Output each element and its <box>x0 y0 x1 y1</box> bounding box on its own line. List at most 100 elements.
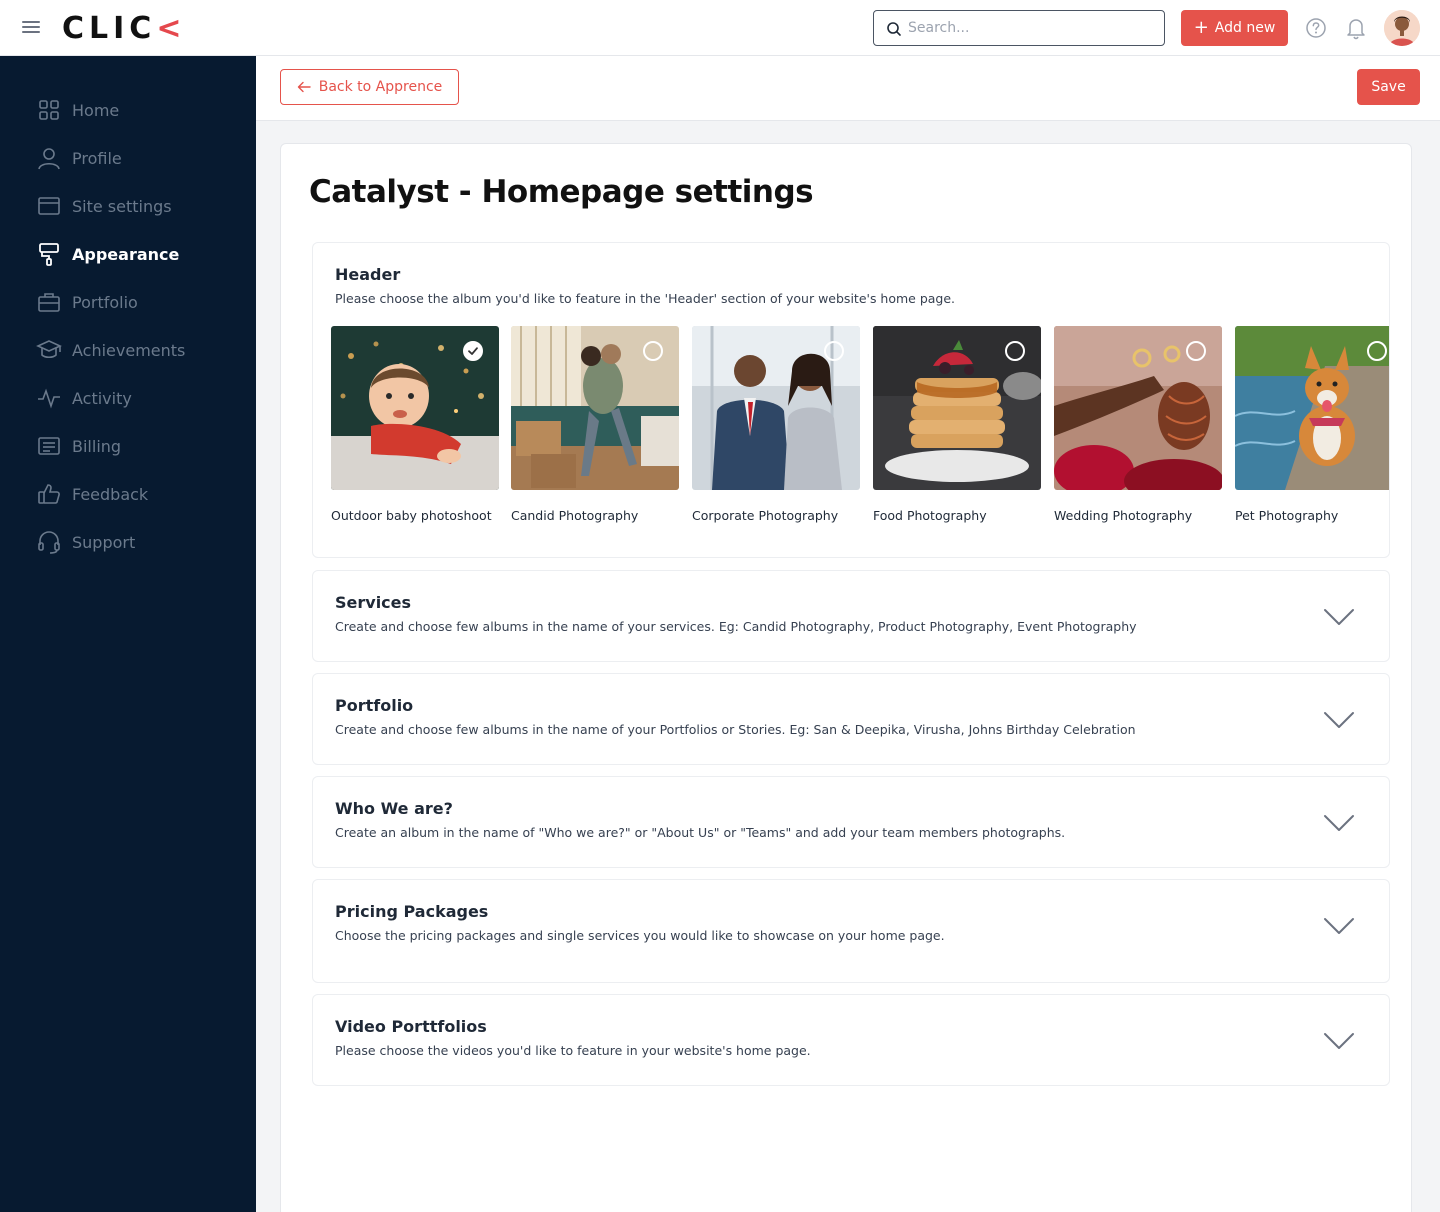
sidebar-item-label: Profile <box>72 148 122 168</box>
album-select-radio[interactable] <box>824 341 844 361</box>
graduation-cap-icon <box>36 340 62 359</box>
album-caption: Food Photography <box>873 508 987 523</box>
album-select-radio[interactable] <box>1186 341 1206 361</box>
sidebar-item-site-settings[interactable]: Site settings <box>36 190 236 222</box>
top-bar: CLIC< + Add new <box>0 0 1440 56</box>
album-card[interactable]: Corporate Photography <box>692 326 860 523</box>
chevron-down-icon[interactable] <box>1323 1031 1355 1051</box>
sidebar-item-profile[interactable]: Profile <box>36 142 236 174</box>
section-header: Header Please choose the album you'd lik… <box>312 242 1390 558</box>
chevron-down-icon[interactable] <box>1323 813 1355 833</box>
section-portfolio[interactable]: Portfolio Create and choose few albums i… <box>312 673 1390 765</box>
sub-header: Back to Apprence Save <box>256 56 1440 121</box>
logo-accent: < <box>156 11 187 46</box>
check-icon <box>468 347 478 355</box>
section-description: Create and choose few albums in the name… <box>335 722 1136 737</box>
page-title: Catalyst - Homepage settings <box>309 174 814 210</box>
section-description: Create an album in the name of "Who we a… <box>335 825 1066 840</box>
album-thumbnail <box>1235 326 1389 490</box>
sidebar-item-support[interactable]: Support <box>36 526 236 558</box>
album-select-radio[interactable] <box>643 341 663 361</box>
chevron-down-icon[interactable] <box>1323 916 1355 936</box>
sidebar-item-appearance[interactable]: Appearance <box>36 238 236 270</box>
album-card[interactable]: Food Photography <box>873 326 1041 523</box>
sidebar-item-label: Home <box>72 100 120 120</box>
album-card[interactable]: Wedding Photography <box>1054 326 1222 523</box>
logo[interactable]: CLIC< <box>62 11 186 46</box>
add-new-button[interactable]: + Add new <box>1181 10 1288 46</box>
section-pricing-packages[interactable]: Pricing Packages Choose the pricing pack… <box>312 879 1390 983</box>
section-description: Please choose the videos you'd like to f… <box>335 1043 811 1058</box>
album-thumbnail <box>692 326 860 490</box>
album-caption: Outdoor baby photoshoot <box>331 508 492 523</box>
settings-card: Catalyst - Homepage settings Header Plea… <box>280 143 1412 1212</box>
logo-text: CLIC <box>62 11 157 46</box>
chevron-down-icon[interactable] <box>1323 710 1355 730</box>
help-icon[interactable] <box>1305 17 1327 39</box>
sidebar-item-label: Site settings <box>72 196 172 216</box>
plus-icon: + <box>1193 17 1209 38</box>
sidebar-item-portfolio[interactable]: Portfolio <box>36 286 236 318</box>
section-title: Header <box>335 265 401 284</box>
chevron-down-icon[interactable] <box>1323 607 1355 627</box>
album-caption: Wedding Photography <box>1054 508 1193 523</box>
headset-icon <box>38 531 60 554</box>
album-select-radio[interactable] <box>1367 341 1387 361</box>
bell-icon[interactable] <box>1345 16 1367 40</box>
album-carousel[interactable]: Outdoor baby photoshoot Candid Photograp… <box>331 326 1389 526</box>
sidebar-item-billing[interactable]: Billing <box>36 430 236 462</box>
section-description: Please choose the album you'd like to fe… <box>335 291 956 306</box>
user-icon <box>38 148 60 170</box>
back-button-label: Back to Apprence <box>318 79 443 95</box>
album-thumbnail <box>1054 326 1222 490</box>
section-title: Portfolio <box>335 696 414 715</box>
add-new-label: Add new <box>1214 20 1276 36</box>
thumbs-up-icon <box>38 484 60 504</box>
album-caption: Pet Photography <box>1235 508 1339 523</box>
album-caption: Candid Photography <box>511 508 639 523</box>
activity-icon <box>38 388 60 409</box>
search-icon <box>887 22 901 36</box>
briefcase-icon <box>38 293 60 312</box>
section-who-we-are[interactable]: Who We are? Create an album in the name … <box>312 776 1390 868</box>
section-title: Video Porttfolios <box>335 1017 487 1036</box>
album-select-radio[interactable] <box>1005 341 1025 361</box>
avatar[interactable] <box>1384 10 1420 46</box>
album-card[interactable]: Outdoor baby photoshoot <box>331 326 499 523</box>
receipt-icon <box>38 437 60 455</box>
arrow-left-icon <box>297 81 311 93</box>
section-title: Pricing Packages <box>335 902 489 921</box>
paint-roller-icon <box>39 243 59 266</box>
back-button[interactable]: Back to Apprence <box>280 69 459 105</box>
hamburger-menu-icon[interactable] <box>22 18 42 38</box>
section-title: Who We are? <box>335 799 453 818</box>
album-caption: Corporate Photography <box>692 508 839 523</box>
section-services[interactable]: Services Create and choose few albums in… <box>312 570 1390 662</box>
album-card[interactable]: Pet Photography <box>1235 326 1389 523</box>
album-card[interactable]: Candid Photography <box>511 326 679 523</box>
section-description: Create and choose few albums in the name… <box>335 619 1137 634</box>
sidebar-item-label: Achievements <box>72 340 186 360</box>
sidebar-item-label: Activity <box>72 388 132 408</box>
album-thumbnail <box>511 326 679 490</box>
sidebar: Home Profile Site settings Appearance Po… <box>0 56 256 1212</box>
sidebar-item-feedback[interactable]: Feedback <box>36 478 236 510</box>
album-thumbnail <box>873 326 1041 490</box>
sidebar-item-achievements[interactable]: Achievements <box>36 334 236 366</box>
save-button[interactable]: Save <box>1357 69 1420 105</box>
section-video-portfolios[interactable]: Video Porttfolios Please choose the vide… <box>312 994 1390 1086</box>
section-title: Services <box>335 593 412 612</box>
sidebar-item-label: Feedback <box>72 484 149 504</box>
album-thumbnail <box>331 326 499 490</box>
grid-icon <box>39 100 59 120</box>
sidebar-item-activity[interactable]: Activity <box>36 382 236 414</box>
sidebar-item-label: Billing <box>72 436 122 456</box>
search-box <box>873 10 1165 46</box>
sidebar-item-home[interactable]: Home <box>36 94 236 126</box>
sidebar-item-label: Support <box>72 532 136 552</box>
search-input[interactable] <box>908 11 1158 45</box>
section-description: Choose the pricing packages and single s… <box>335 928 945 943</box>
sidebar-item-label: Portfolio <box>72 292 138 312</box>
album-select-radio[interactable] <box>463 341 483 361</box>
browser-icon <box>38 197 60 215</box>
